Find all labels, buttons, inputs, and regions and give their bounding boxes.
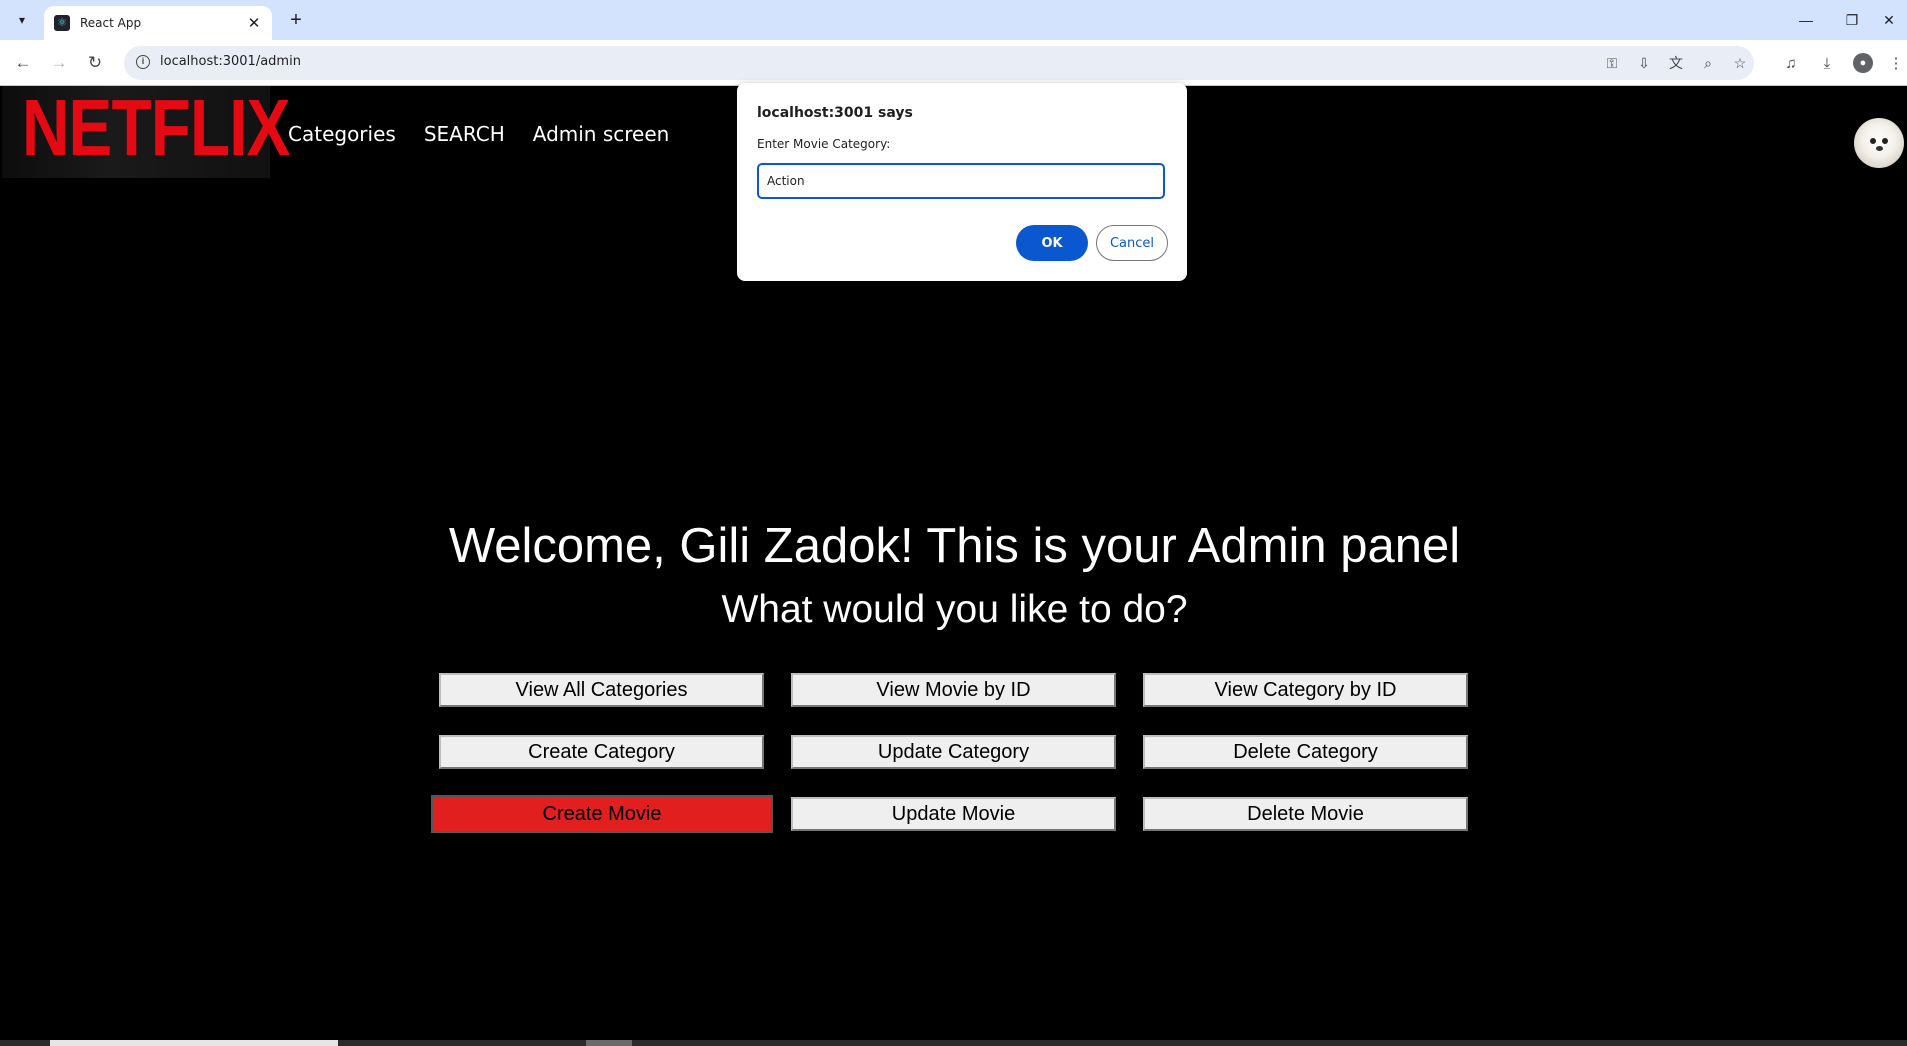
site-info-icon[interactable]: i bbox=[136, 55, 150, 69]
create-category-button[interactable]: Create Category bbox=[439, 735, 764, 769]
reload-icon[interactable]: ↻ bbox=[82, 50, 108, 76]
dialog-title: localhost:3001 says bbox=[757, 105, 913, 121]
install-app-icon[interactable]: ⇩ bbox=[1634, 53, 1654, 73]
translate-icon[interactable]: 文 bbox=[1666, 53, 1686, 73]
tab-close-icon[interactable]: ✕ bbox=[246, 14, 262, 32]
welcome-heading: Welcome, Gili Zadok! This is your Admin … bbox=[448, 519, 1461, 573]
forward-icon[interactable]: → bbox=[46, 50, 72, 76]
media-control-icon[interactable]: ♫ bbox=[1780, 52, 1802, 74]
avatar-eye bbox=[1882, 138, 1888, 144]
react-favicon-icon: ⚛ bbox=[54, 15, 70, 31]
minimize-button[interactable]: — bbox=[1783, 0, 1829, 40]
tab-search-icon[interactable]: ▾ bbox=[10, 8, 34, 32]
restore-button[interactable]: ❐ bbox=[1829, 0, 1875, 40]
user-avatar[interactable] bbox=[1854, 118, 1904, 168]
taskbar-segment bbox=[586, 1040, 632, 1046]
avatar-nose bbox=[1876, 146, 1883, 151]
logo-area: NETFLIX bbox=[2, 86, 290, 178]
bookmark-star-icon[interactable]: ☆ bbox=[1730, 53, 1750, 73]
view-category-by-id-button[interactable]: View Category by ID bbox=[1143, 673, 1468, 707]
update-movie-button[interactable]: Update Movie bbox=[791, 797, 1116, 831]
main-nav: Categories SEARCH Admin screen bbox=[288, 122, 669, 146]
close-window-button[interactable]: ✕ bbox=[1871, 0, 1907, 40]
bottom-strip bbox=[0, 1040, 1907, 1046]
cancel-button[interactable]: Cancel bbox=[1096, 225, 1168, 261]
zoom-icon[interactable]: ⌕ bbox=[1698, 53, 1718, 73]
delete-category-button[interactable]: Delete Category bbox=[1143, 735, 1468, 769]
menu-icon[interactable]: ⋮ bbox=[1888, 52, 1904, 74]
browser-tabstrip: ▾ ⚛ React App ✕ + — ❐ ✕ bbox=[0, 0, 1907, 40]
download-icon[interactable]: ⤓ bbox=[1816, 52, 1838, 74]
password-key-icon[interactable]: ⚿ bbox=[1602, 53, 1622, 73]
address-bar[interactable]: i localhost:3001/admin ⚿ ⇩ 文 ⌕ ☆ bbox=[124, 46, 1754, 80]
netflix-logo[interactable]: NETFLIX bbox=[22, 88, 290, 168]
url-text[interactable]: localhost:3001/admin bbox=[160, 54, 301, 69]
browser-tab[interactable]: ⚛ React App ✕ bbox=[44, 6, 272, 40]
view-movie-by-id-button[interactable]: View Movie by ID bbox=[791, 673, 1116, 707]
browser-toolbar: ← → ↻ i localhost:3001/admin ⚿ ⇩ 文 ⌕ ☆ ♫… bbox=[0, 40, 1907, 86]
view-all-categories-button[interactable]: View All Categories bbox=[439, 673, 764, 707]
back-icon[interactable]: ← bbox=[10, 50, 36, 76]
prompt-dialog: localhost:3001 says Enter Movie Category… bbox=[737, 83, 1187, 281]
ok-button[interactable]: OK bbox=[1016, 225, 1088, 261]
dialog-message: Enter Movie Category: bbox=[757, 137, 891, 151]
update-category-button[interactable]: Update Category bbox=[791, 735, 1116, 769]
create-movie-button[interactable]: Create Movie bbox=[431, 795, 773, 833]
category-input[interactable] bbox=[757, 163, 1165, 199]
tab-title: React App bbox=[80, 16, 142, 30]
taskbar-segment bbox=[50, 1040, 338, 1046]
new-tab-button[interactable]: + bbox=[284, 8, 308, 32]
nav-categories[interactable]: Categories bbox=[288, 122, 396, 146]
delete-movie-button[interactable]: Delete Movie bbox=[1143, 797, 1468, 831]
nav-search[interactable]: SEARCH bbox=[424, 122, 505, 146]
nav-admin-screen[interactable]: Admin screen bbox=[533, 122, 670, 146]
avatar-eye bbox=[1870, 138, 1876, 144]
question-subheading: What would you like to do? bbox=[721, 588, 1188, 631]
profile-icon[interactable]: ● bbox=[1853, 53, 1873, 73]
